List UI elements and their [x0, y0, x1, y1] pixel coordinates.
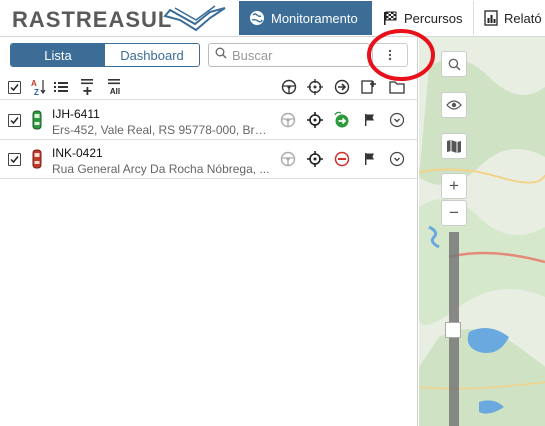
locate-button[interactable] — [306, 150, 324, 168]
arrow-circle-icon — [334, 111, 349, 128]
zoom-slider-handle[interactable] — [445, 322, 461, 338]
search-icon — [215, 46, 227, 64]
globe-icon — [249, 10, 265, 26]
zoom-in-button[interactable]: + — [441, 173, 467, 199]
map-layers-button[interactable] — [441, 133, 467, 159]
svg-text:A: A — [31, 79, 37, 88]
crosshair-icon — [307, 151, 323, 167]
zoom-out-button[interactable]: − — [441, 200, 467, 226]
car-status-icon — [32, 110, 42, 130]
add-flag-icon — [361, 80, 376, 94]
chevron-down-icon — [389, 151, 405, 167]
crosshair-header-icon — [306, 77, 324, 97]
vertical-dots-icon — [388, 49, 392, 61]
search-input[interactable] — [232, 47, 362, 63]
add-flag-button[interactable] — [360, 77, 378, 97]
add-list-icon — [81, 79, 93, 95]
expand-all-button[interactable]: All — [106, 77, 124, 97]
vehicle-row[interactable]: INK-0421 Rua General Arcy Da Rocha Nóbre… — [0, 140, 417, 179]
row-expand-button[interactable] — [388, 111, 406, 129]
map-terrain — [419, 37, 545, 426]
expand-list-button[interactable] — [80, 77, 96, 97]
sort-az-button[interactable]: A Z — [31, 77, 47, 97]
expand-all-label: All — [109, 86, 121, 96]
row-expand-button[interactable] — [388, 150, 406, 168]
eye-icon — [446, 100, 462, 110]
expand-all-icon — [108, 78, 120, 84]
flag-button[interactable] — [361, 111, 379, 129]
steering-wheel-icon — [280, 112, 296, 128]
steering-wheel-header-icon — [280, 77, 298, 97]
select-all-checkbox[interactable] — [8, 77, 21, 97]
view-toggle: Lista Dashboard — [10, 43, 200, 67]
flag-icon — [365, 153, 374, 165]
vehicle-address: Ers-452, Vale Real, RS 95778-000, Brasil — [52, 123, 272, 137]
map-visibility-button[interactable] — [441, 92, 467, 118]
tab-relatorios-label: Relató — [504, 10, 542, 26]
dashboard-button[interactable]: Dashboard — [105, 44, 199, 66]
list-view-button[interactable] — [53, 77, 69, 97]
list-icon — [54, 82, 68, 92]
vehicle-plate: INK-0421 — [52, 146, 103, 160]
steering-wheel-icon — [280, 151, 296, 167]
flag-button[interactable] — [361, 150, 379, 168]
tab-monitoramento[interactable]: Monitoramento — [239, 1, 372, 35]
vehicle-command-button[interactable] — [333, 111, 351, 129]
chevron-down-icon — [389, 112, 405, 128]
arrow-right-header-icon — [333, 77, 351, 97]
vehicle-checkbox[interactable] — [8, 114, 21, 127]
no-entry-icon — [334, 151, 350, 167]
rastreasul-logo[interactable]: RASTREASUL — [10, 2, 230, 34]
vehicle-command-button[interactable] — [333, 150, 351, 168]
folder-button[interactable] — [388, 77, 406, 97]
driver-button[interactable] — [279, 150, 297, 168]
vehicle-plate: IJH-6411 — [52, 107, 100, 121]
lista-button[interactable]: Lista — [11, 44, 105, 66]
vehicle-address: Rua General Arcy Da Rocha Nóbrega, ... — [52, 162, 270, 176]
flag-icon — [365, 114, 374, 126]
top-header: RASTREASUL Monitoramento Percursos Relat… — [0, 0, 545, 37]
svg-text:Z: Z — [34, 88, 39, 96]
sort-az-icon: A Z — [31, 79, 46, 96]
tab-percursos-label: Percursos — [404, 10, 463, 26]
tab-percursos[interactable]: Percursos — [372, 1, 474, 35]
more-options-button[interactable] — [372, 43, 408, 67]
map-search-button[interactable] — [441, 51, 467, 77]
map-icon — [447, 139, 461, 153]
list-toolbar: A Z All — [0, 73, 417, 100]
report-icon — [484, 10, 498, 26]
checkered-flag-icon — [382, 10, 398, 26]
logo-text: RASTREASUL — [12, 7, 172, 32]
locate-button[interactable] — [306, 111, 324, 129]
crosshair-icon — [307, 112, 323, 128]
search-box[interactable] — [208, 43, 370, 67]
vehicle-list-panel: Lista Dashboard A Z All — [0, 37, 418, 426]
folder-icon — [389, 81, 405, 94]
tab-monitoramento-label: Monitoramento — [271, 10, 358, 26]
vehicle-checkbox[interactable] — [8, 153, 21, 166]
car-status-icon — [32, 149, 42, 169]
tab-relatorios[interactable]: Relató — [474, 1, 545, 35]
vehicle-row[interactable]: IJH-6411 Ers-452, Vale Real, RS 95778-00… — [0, 101, 417, 140]
search-icon — [448, 58, 460, 70]
driver-button[interactable] — [279, 111, 297, 129]
map-view[interactable] — [419, 37, 545, 426]
